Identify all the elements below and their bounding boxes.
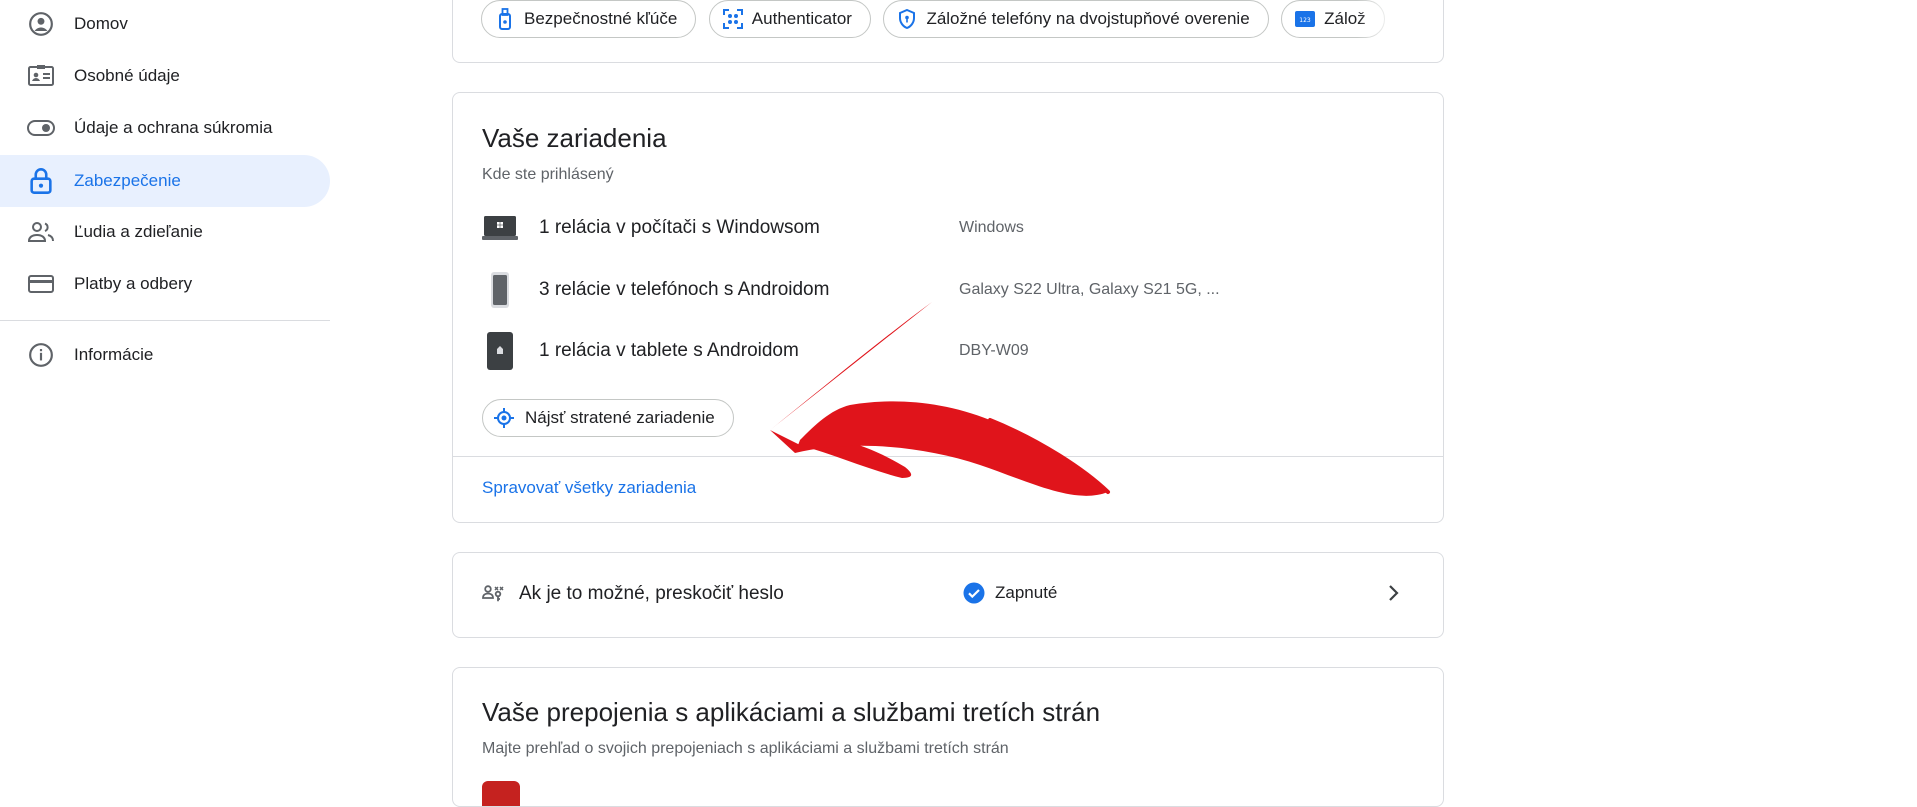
device-row-windows[interactable]: 1 relácia v počítači s Windowsom Windows (482, 203, 1412, 253)
your-devices-card: Vaše zariadenia Kde ste prihlásený 1 rel… (452, 92, 1444, 523)
sidebar-item-payments[interactable]: Platby a odbery (0, 258, 330, 310)
third-party-connections-card: Vaše prepojenia s aplikáciami a službami… (452, 667, 1444, 807)
shield-icon (896, 8, 918, 30)
credit-card-icon (26, 269, 56, 299)
id-card-icon (26, 61, 56, 91)
skip-password-row[interactable]: Ak je to možné, preskočiť heslo Zapnuté (453, 553, 1443, 637)
sidebar-item-about[interactable]: Informácie (0, 329, 330, 381)
devices-title: Vaše zariadenia (482, 123, 667, 153)
sidebar-item-people-sharing[interactable]: Ľudia a zdieľanie (0, 206, 330, 258)
devices-divider (453, 456, 1443, 457)
backup-codes-icon: 123 (1294, 8, 1316, 30)
third-party-title: Vaše prepojenia s aplikáciami a službami… (482, 697, 1101, 727)
third-party-app-icon (482, 781, 520, 806)
windows-laptop-icon (482, 206, 518, 250)
account-circle-icon (26, 9, 56, 39)
devices-subtitle: Kde ste prihlásený (482, 166, 614, 183)
signin-method-chips: Bezpečnostné kľúče Authenticator Záložné… (481, 0, 1417, 40)
phone-icon (482, 268, 518, 312)
device-row-title: 1 relácia v tablete s Androidom (539, 340, 799, 361)
device-row-detail: DBY-W09 (959, 342, 1029, 359)
locate-icon (493, 407, 515, 429)
sidebar-item-personal-info[interactable]: Osobné údaje (0, 50, 330, 102)
sidebar-item-label: Osobné údaje (74, 66, 180, 85)
skip-password-status: Zapnuté (963, 582, 1057, 604)
chevron-right-icon (1389, 585, 1399, 601)
device-row-detail: Windows (959, 219, 1024, 236)
info-icon (26, 340, 56, 370)
chip-backup-phones[interactable]: Záložné telefóny na dvojstupňové overeni… (883, 0, 1269, 38)
check-circle-icon (963, 582, 985, 604)
sidebar-item-security[interactable]: Zabezpečenie (0, 155, 330, 207)
find-lost-device-button[interactable]: Nájsť stratené zariadenie (482, 399, 734, 437)
device-row-title: 3 relácie v telefónoch s Androidom (539, 279, 830, 300)
lock-icon (26, 166, 56, 196)
sidebar-item-label: Informácie (74, 345, 154, 364)
device-row-title: 1 relácia v počítači s Windowsom (539, 217, 820, 238)
passkey-icon (482, 582, 506, 606)
sidebar-item-label: Ľudia a zdieľanie (74, 222, 203, 241)
security-key-icon (494, 8, 516, 30)
sidebar-item-label: Zabezpečenie (74, 171, 181, 190)
skip-password-card: Ak je to možné, preskočiť heslo Zapnuté (452, 552, 1444, 638)
chip-security-keys[interactable]: Bezpečnostné kľúče (481, 0, 697, 38)
sidebar-divider (0, 320, 330, 321)
sidebar-item-data-privacy[interactable]: Údaje a ochrana súkromia (0, 102, 330, 154)
authenticator-icon (722, 8, 744, 30)
third-party-subtitle: Majte prehľad o svojich prepojeniach s a… (482, 740, 1009, 757)
tablet-icon (482, 329, 518, 373)
sidebar-item-label: Údaje a ochrana súkromia (74, 118, 273, 137)
people-icon (26, 217, 56, 247)
chip-row-fade (1357, 0, 1417, 40)
skip-password-label: Ak je to možné, preskočiť heslo (519, 583, 784, 604)
sidebar-item-home[interactable]: Domov (0, 0, 330, 50)
chip-authenticator[interactable]: Authenticator (708, 0, 871, 38)
toggle-icon (26, 113, 56, 143)
sidebar-item-label: Platby a odbery (74, 274, 193, 293)
sidebar: Domov Osobné údaje Údaje a ochrana súkro… (0, 0, 330, 790)
device-row-phones[interactable]: 3 relácie v telefónoch s Androidom Galax… (482, 265, 1412, 315)
svg-text:123: 123 (1299, 17, 1311, 24)
device-row-detail: Galaxy S22 Ultra, Galaxy S21 5G, ... (959, 281, 1220, 298)
device-row-tablet[interactable]: 1 relácia v tablete s Androidom DBY-W09 (482, 326, 1412, 376)
sidebar-item-label: Domov (74, 14, 128, 33)
signin-methods-card: Bezpečnostné kľúče Authenticator Záložné… (452, 0, 1444, 63)
manage-all-devices-link[interactable]: Spravovať všetky zariadenia (482, 478, 696, 498)
